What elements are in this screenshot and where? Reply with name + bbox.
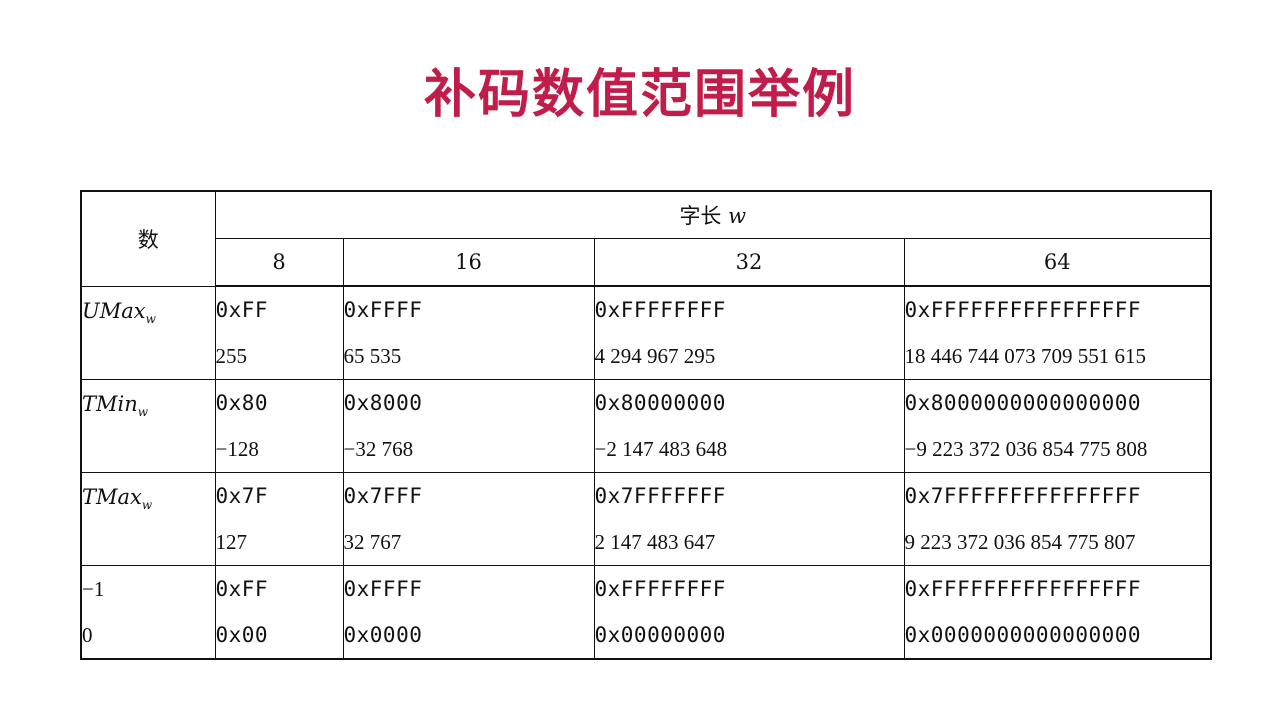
- table-row: 0 0x00 0x0000 0x00000000 0x0000000000000…: [80, 612, 1212, 659]
- table-cell: 0x7FFFFFFF: [593, 472, 905, 519]
- table-cell: 0xFF: [214, 565, 344, 612]
- column-header-64: 64: [903, 238, 1212, 287]
- table-cell: 0xFFFFFFFFFFFFFFFF: [903, 565, 1212, 612]
- word-size-variable: w: [728, 204, 747, 228]
- table-cell: 2 147 483 647: [593, 519, 905, 566]
- table-cell: 0x7FFF: [342, 472, 595, 519]
- twos-complement-range-table: 数 字长 w 8 16 32 64 UMaxw 0xFF 0xFFFF 0xFF…: [80, 190, 1213, 660]
- table-cell: 0xFFFF: [342, 286, 595, 333]
- table-row: 127 32 767 2 147 483 647 9 223 372 036 8…: [81, 519, 1212, 566]
- table-row: TMaxw 0x7F 0x7FFF 0x7FFFFFFF 0x7FFFFFFFF…: [80, 472, 1212, 566]
- row-label-zero: 0: [80, 612, 216, 659]
- table-cell: 32 767: [342, 519, 595, 566]
- table-cell: 0x7FFFFFFFFFFFFFFF: [903, 472, 1212, 519]
- table-cell: 0x80: [214, 379, 344, 426]
- table-cell: −32 768: [342, 426, 595, 473]
- column-header-32: 32: [593, 238, 905, 287]
- row-label-minus-one: −1: [80, 565, 216, 612]
- table-cell: 0x8000000000000000: [903, 379, 1212, 426]
- table-cell: 0xFFFFFFFF: [593, 286, 905, 333]
- row-label-tmax: TMaxw: [80, 472, 216, 566]
- column-header-8: 8: [214, 238, 344, 287]
- table-cell: 0xFFFFFFFFFFFFFFFF: [903, 286, 1212, 333]
- table-row: 255 65 535 4 294 967 295 18 446 744 073 …: [81, 333, 1212, 380]
- table-cell: −9 223 372 036 854 775 808: [903, 426, 1212, 473]
- column-header-16: 16: [342, 238, 595, 287]
- table-cell: 0xFFFFFFFF: [593, 565, 905, 612]
- table-cell: 0x8000: [342, 379, 595, 426]
- word-size-label: 字长: [679, 204, 722, 228]
- table-cell: 0x80000000: [593, 379, 905, 426]
- table-row: UMaxw 0xFF 0xFFFF 0xFFFFFFFF 0xFFFFFFFFF…: [80, 286, 1212, 380]
- table-cell: 0x7F: [214, 472, 344, 519]
- table-cell: 0x0000000000000000: [903, 612, 1212, 659]
- table-cell: 65 535: [342, 333, 595, 380]
- word-size-header: 字长 w: [214, 191, 1212, 239]
- number-column-header: 数: [80, 191, 216, 287]
- row-label-tmin: TMinw: [80, 379, 216, 473]
- table-cell: 255: [214, 333, 344, 380]
- table-cell: 0xFFFF: [342, 565, 595, 612]
- table-cell: 0xFF: [214, 286, 344, 333]
- table-cell: 4 294 967 295: [593, 333, 905, 380]
- table-cell: 9 223 372 036 854 775 807: [903, 519, 1212, 566]
- table-cell: 18 446 744 073 709 551 615: [903, 333, 1212, 380]
- page-title: 补码数值范围举例: [423, 65, 856, 125]
- row-label-umax: UMaxw: [80, 286, 216, 380]
- table-cell: 0x0000: [342, 612, 595, 659]
- table-cell: 0x00: [214, 612, 344, 659]
- table-row: −128 −32 768 −2 147 483 648 −9 223 372 0…: [81, 426, 1212, 473]
- table-cell: 0x00000000: [593, 612, 905, 659]
- table-row: TMinw 0x80 0x8000 0x80000000 0x800000000…: [80, 379, 1212, 473]
- table-cell: −128: [214, 426, 344, 473]
- table-cell: 127: [214, 519, 344, 566]
- table-cell: −2 147 483 648: [593, 426, 905, 473]
- table-row: −1 0xFF 0xFFFF 0xFFFFFFFF 0xFFFFFFFFFFFF…: [80, 565, 1212, 612]
